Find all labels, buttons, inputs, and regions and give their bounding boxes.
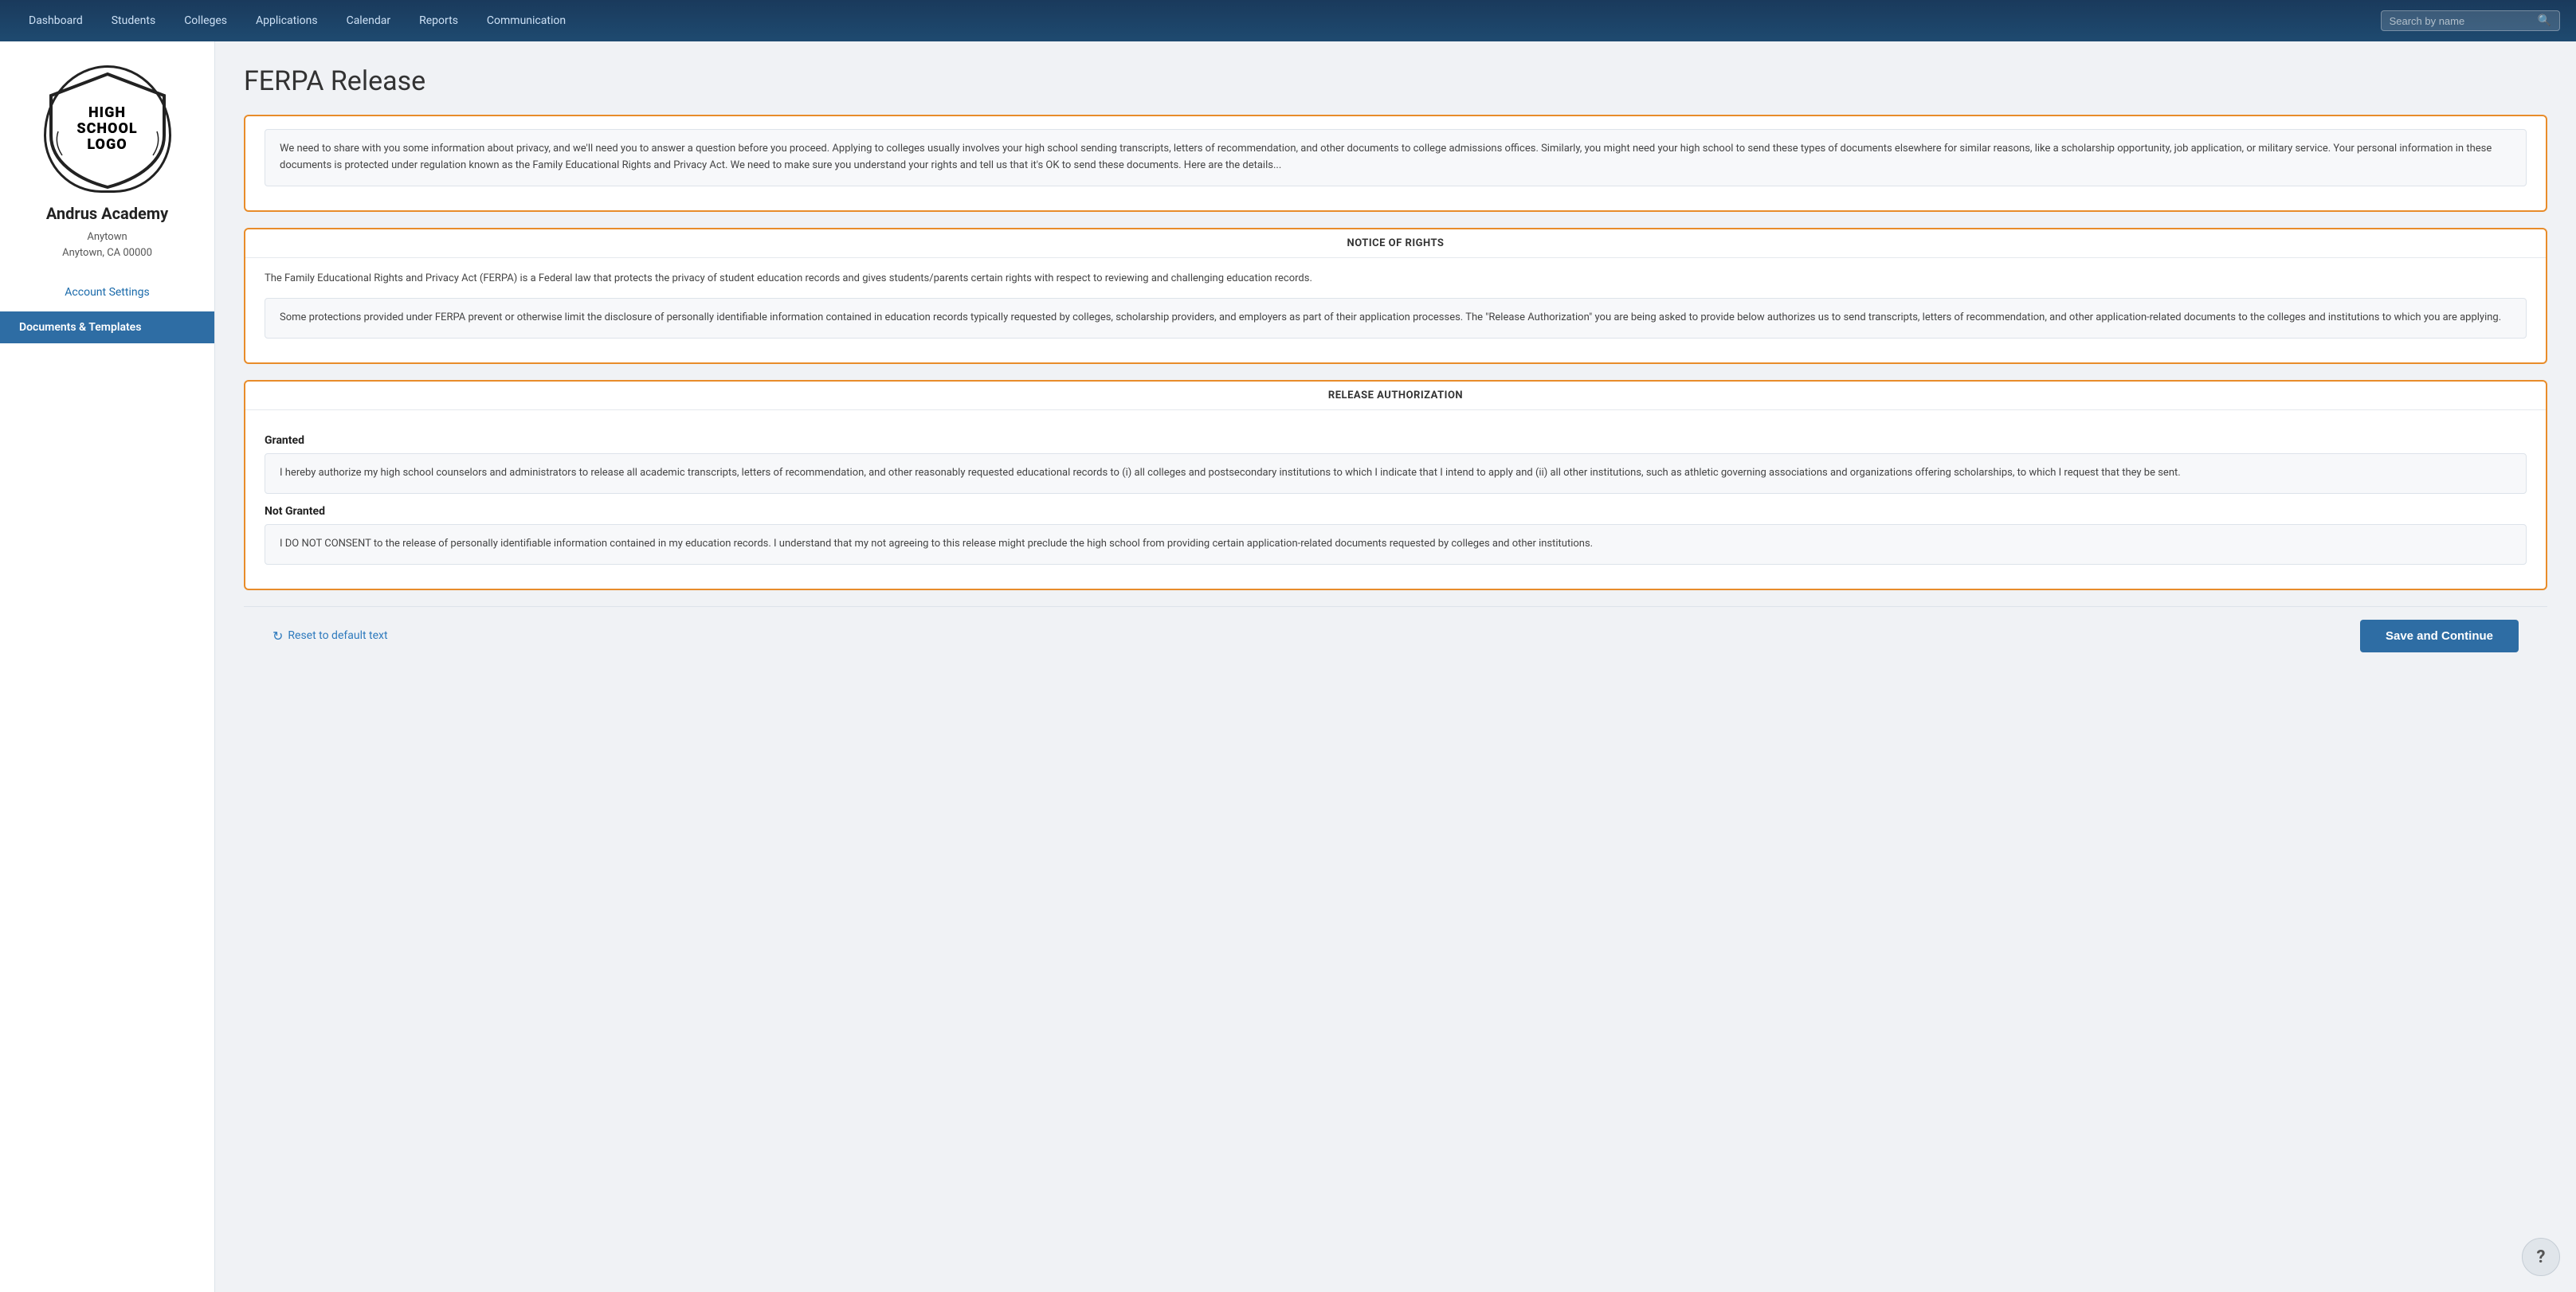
granted-text-block: I hereby authorize my high school counse… (265, 453, 2527, 494)
layout: HIGH SCHOOL LOGO Andrus Academy Anytown … (0, 41, 2576, 1292)
sidebar: HIGH SCHOOL LOGO Andrus Academy Anytown … (0, 41, 215, 1292)
notice-block-text: Some protections provided under FERPA pr… (265, 298, 2527, 339)
search-box: 🔍 (2381, 10, 2560, 31)
release-card-body: Granted I hereby authorize my high schoo… (245, 410, 2546, 589)
page-footer: ↻ Reset to default text Save and Continu… (244, 606, 2547, 665)
main-content: FERPA Release We need to share with you … (215, 41, 2576, 1292)
reset-icon: ↻ (272, 628, 283, 644)
search-icon: 🔍 (2538, 14, 2551, 27)
sidebar-logo-area: HIGH SCHOOL LOGO Andrus Academy Anytown … (0, 41, 214, 276)
not-granted-label: Not Granted (265, 505, 2527, 518)
notice-card-body: The Family Educational Rights and Privac… (245, 258, 2546, 363)
intro-text-block: We need to share with you some informati… (265, 129, 2527, 186)
notice-text: The Family Educational Rights and Privac… (265, 271, 2527, 288)
documents-templates-item[interactable]: Documents & Templates (0, 311, 214, 343)
reset-link[interactable]: ↻ Reset to default text (272, 628, 388, 644)
nav-item-colleges[interactable]: Colleges (171, 10, 240, 32)
nav-item-dashboard[interactable]: Dashboard (16, 10, 96, 32)
reset-label: Reset to default text (288, 629, 387, 642)
notice-card: NOTICE OF RIGHTS The Family Educational … (244, 228, 2547, 365)
page-title: FERPA Release (244, 65, 2547, 97)
nav-item-reports[interactable]: Reports (406, 10, 471, 32)
logo-text-line1: HIGH SCHOOL LOGO (76, 105, 137, 152)
nav-item-students[interactable]: Students (99, 10, 168, 32)
release-header: RELEASE AUTHORIZATION (245, 382, 2546, 410)
help-button[interactable]: ? (2522, 1238, 2560, 1276)
nav-item-applications[interactable]: Applications (243, 10, 331, 32)
school-logo: HIGH SCHOOL LOGO (44, 65, 171, 193)
granted-label: Granted (265, 434, 2527, 447)
school-name: Andrus Academy (46, 204, 168, 223)
school-address: Anytown Anytown, CA 00000 (62, 229, 152, 260)
save-continue-button[interactable]: Save and Continue (2360, 620, 2519, 652)
navbar: Dashboard Students Colleges Applications… (0, 0, 2576, 41)
account-settings-link[interactable]: Account Settings (0, 276, 214, 308)
search-input[interactable] (2390, 15, 2533, 27)
nav-item-calendar[interactable]: Calendar (334, 10, 404, 32)
release-card: RELEASE AUTHORIZATION Granted I hereby a… (244, 380, 2547, 590)
nav-item-communication[interactable]: Communication (474, 10, 578, 32)
intro-card-body: We need to share with you some informati… (245, 116, 2546, 210)
not-granted-text-block: I DO NOT CONSENT to the release of perso… (265, 524, 2527, 565)
notice-header: NOTICE OF RIGHTS (245, 229, 2546, 258)
intro-card: We need to share with you some informati… (244, 115, 2547, 212)
